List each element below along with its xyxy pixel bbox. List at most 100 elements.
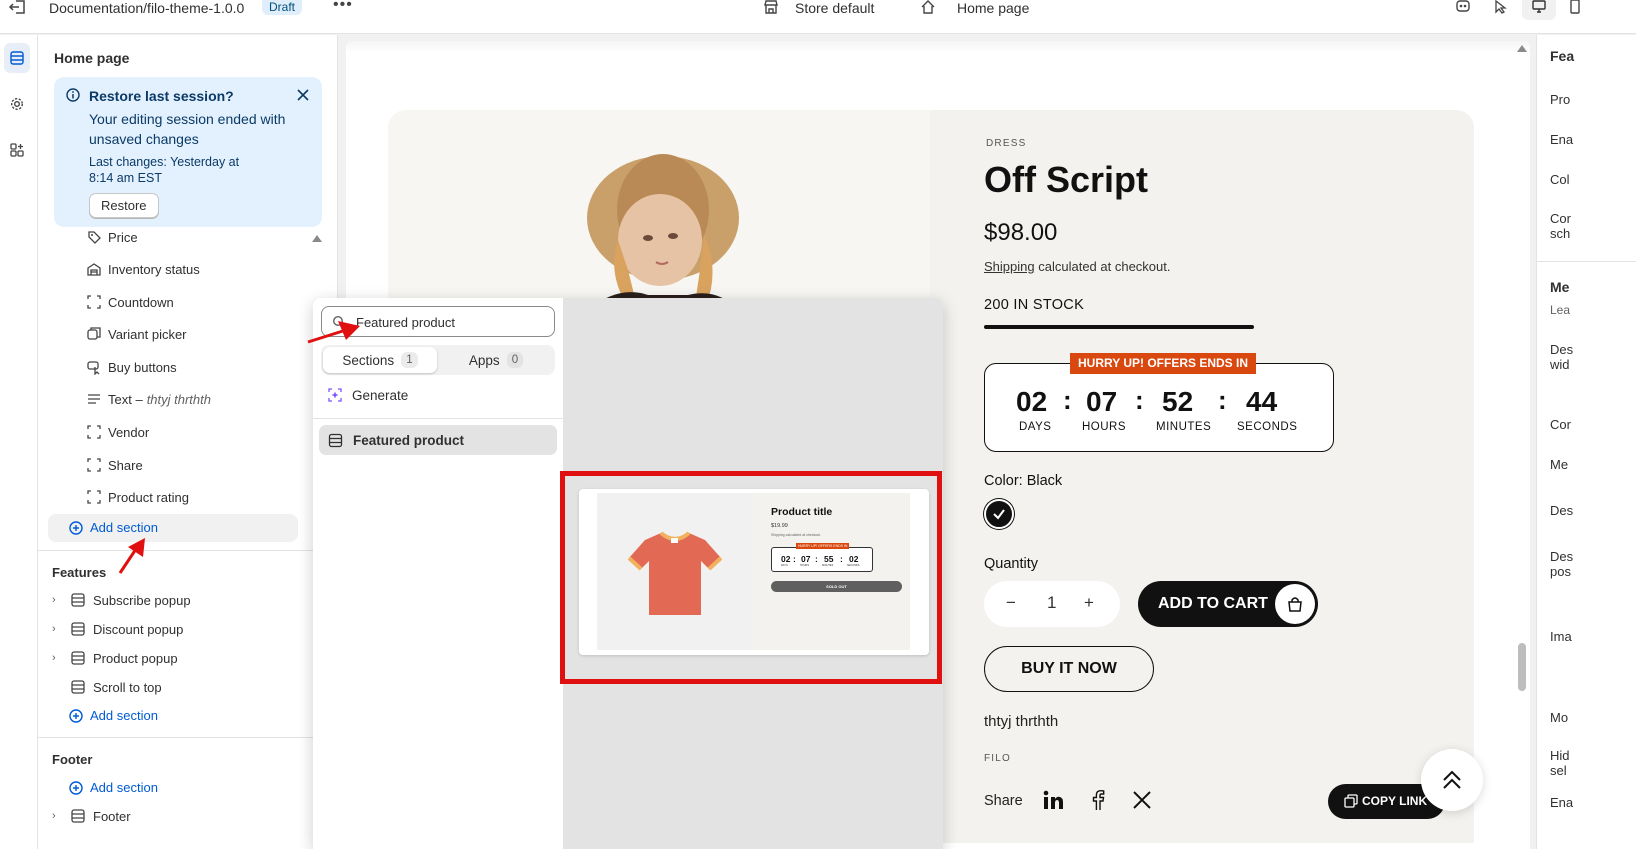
store-selector[interactable]: Store default — [795, 0, 874, 16]
section-icon — [70, 621, 86, 637]
result-featured-product[interactable]: Featured product — [319, 425, 557, 455]
block-item-buy-buttons[interactable]: Buy buttons — [86, 355, 177, 379]
add-section-button[interactable]: Add section — [69, 520, 158, 535]
canvas-scroll-up[interactable] — [1517, 45, 1527, 52]
inventory-progress-bar — [984, 325, 1254, 329]
sections-nav-button[interactable] — [4, 43, 30, 73]
desktop-icon — [1532, 0, 1546, 13]
footer-add-section-button[interactable]: Add section — [69, 780, 158, 795]
tab-apps[interactable]: Apps 0 — [439, 347, 553, 373]
section-item-scroll-to-top[interactable]: Scroll to top — [52, 676, 162, 698]
page-selector[interactable]: Home page — [957, 0, 1029, 16]
block-item-variant-picker[interactable]: Variant picker — [86, 322, 187, 346]
section-icon — [70, 592, 86, 608]
section-item-subscribe-popup[interactable]: › Subscribe popup — [52, 589, 191, 611]
settings-nav-button[interactable] — [4, 89, 30, 119]
block-item-product-rating[interactable]: Product rating — [86, 485, 189, 509]
banner-title: Restore last session? — [89, 88, 234, 104]
sections-panel: Home page Restore last session? Your edi… — [38, 35, 338, 849]
ai-assistant-icon[interactable] — [1455, 0, 1471, 14]
quantity-stepper: − 1 + — [984, 581, 1120, 627]
block-placeholder-icon — [86, 457, 102, 473]
footer-group-title: Footer — [52, 752, 93, 767]
quantity-increase-button[interactable]: + — [1084, 593, 1094, 613]
apps-nav-button[interactable] — [4, 135, 30, 165]
tab-label: Apps — [468, 352, 500, 368]
exit-icon[interactable] — [8, 0, 28, 14]
tab-sections[interactable]: Sections 1 — [323, 347, 437, 373]
setting-label: sel — [1550, 763, 1567, 778]
scroll-to-top-button[interactable] — [1421, 749, 1483, 811]
block-label: Variant picker — [108, 326, 187, 342]
result-label: Featured product — [353, 432, 465, 448]
scroll-up-indicator[interactable] — [312, 235, 322, 242]
panel-title: Home page — [54, 50, 130, 66]
color-swatch-black[interactable] — [984, 499, 1014, 529]
countdown-separator: : — [1218, 385, 1227, 415]
chevron-right-icon[interactable]: › — [52, 594, 64, 606]
copy-link-label: COPY LINK — [1362, 794, 1428, 808]
more-actions-button[interactable]: ••• — [333, 0, 353, 14]
inventory-status: 200 IN STOCK — [984, 297, 1085, 313]
generate-label: Generate — [352, 387, 409, 403]
nav-rail — [0, 35, 38, 849]
product-image[interactable] — [388, 110, 930, 310]
countdown-minutes: 52 — [1162, 386, 1194, 417]
setting-label: Ima — [1550, 629, 1572, 644]
quantity-value[interactable]: 1 — [1047, 593, 1056, 613]
buy-it-now-button[interactable]: BUY IT NOW — [984, 646, 1154, 692]
section-search-input[interactable] — [356, 312, 546, 332]
sections-icon — [10, 51, 24, 65]
restore-button[interactable]: Restore — [89, 193, 159, 218]
setting-label: Col — [1550, 172, 1570, 187]
linkedin-icon[interactable] — [1042, 789, 1064, 811]
desktop-view-button[interactable] — [1522, 0, 1556, 20]
chevron-right-icon[interactable]: › — [52, 652, 64, 664]
features-add-section-button[interactable]: Add section — [69, 708, 158, 723]
x-icon[interactable] — [1131, 789, 1153, 811]
section-icon — [70, 808, 86, 824]
section-item-footer[interactable]: › Footer — [52, 805, 131, 827]
canvas-scrollbar-thumb[interactable] — [1518, 643, 1526, 691]
chevron-right-icon[interactable]: › — [52, 810, 64, 822]
countdown-hours: 07 — [1086, 386, 1118, 417]
top-bar: Documentation/filo-theme-1.0.0 Draft •••… — [0, 0, 1636, 34]
countdown-hours-label: HOURS — [1082, 421, 1127, 433]
color-label: Color: Black — [984, 473, 1063, 489]
section-divider — [38, 550, 337, 551]
preview-highlight-annotation — [560, 471, 942, 684]
generate-button[interactable]: Generate — [327, 387, 408, 403]
add-to-cart-button[interactable]: ADD TO CART — [1138, 581, 1318, 627]
mobile-view-button[interactable] — [1560, 0, 1590, 20]
block-item-text[interactable]: Text – thtyj thrthth — [86, 387, 211, 411]
chevron-up-double-icon — [1443, 770, 1461, 789]
inspector-icon[interactable] — [1493, 0, 1509, 14]
block-item-price[interactable]: Price — [86, 225, 138, 249]
facebook-icon[interactable] — [1087, 789, 1109, 811]
shipping-text: calculated at checkout. — [1038, 259, 1171, 274]
setting-label: Ena — [1550, 795, 1574, 810]
block-item-countdown[interactable]: Countdown — [86, 290, 174, 314]
block-placeholder-icon — [86, 489, 102, 505]
setting-label: Pro — [1550, 92, 1571, 107]
check-icon — [993, 509, 1005, 520]
chevron-right-icon[interactable]: › — [52, 623, 64, 635]
close-icon[interactable] — [296, 88, 310, 102]
section-icon — [328, 433, 343, 447]
variant-icon — [86, 326, 102, 342]
shipping-link[interactable]: Shipping — [984, 259, 1035, 274]
quantity-decrease-button[interactable]: − — [1006, 593, 1016, 613]
section-item-product-popup[interactable]: › Product popup — [52, 647, 178, 669]
block-item-inventory-status[interactable]: Inventory status — [86, 257, 200, 281]
tab-count: 0 — [506, 352, 524, 368]
block-item-share[interactable]: Share — [86, 453, 143, 477]
product-title: Off Script — [984, 159, 1149, 200]
block-item-vendor[interactable]: Vendor — [86, 420, 149, 444]
section-search[interactable] — [321, 306, 555, 337]
setting-label: Hid — [1550, 748, 1570, 763]
settings-group-title: Me — [1550, 279, 1570, 295]
section-item-discount-popup[interactable]: › Discount popup — [52, 618, 183, 640]
add-section-label: Add section — [90, 708, 158, 723]
section-icon — [70, 679, 86, 695]
popover-divider — [313, 418, 563, 419]
